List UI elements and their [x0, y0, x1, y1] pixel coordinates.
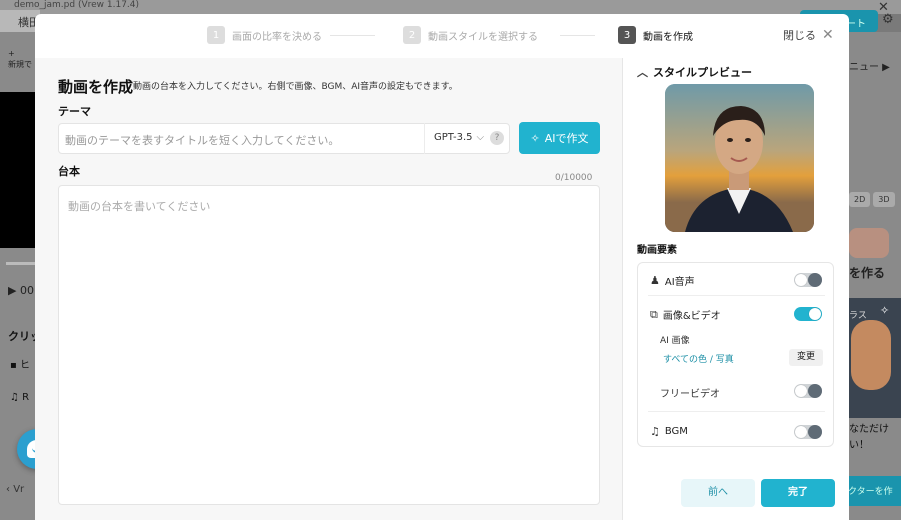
help-icon[interactable]: ? [490, 131, 504, 145]
step-divider [330, 35, 375, 36]
image-video-row: ⧉ 画像&ビデオ [650, 307, 721, 323]
timeline-bar[interactable] [6, 262, 36, 265]
voice-icon: ♟ [650, 274, 660, 287]
video-preview [0, 92, 36, 248]
bg-nav[interactable]: ‹ Vr [6, 484, 24, 495]
char-counter: 0/10000 [555, 173, 593, 183]
change-button[interactable]: 変更 [789, 349, 823, 366]
style-preview-header[interactable]: ︿ スタイルプレビュー [637, 64, 752, 80]
stepper: 1 画面の比率を決める 2 動画スタイルを選択する 3 動画を作成 閉じる ✕ [35, 14, 849, 58]
script-textarea[interactable]: 動画の台本を書いてください [58, 185, 600, 505]
create-video-modal: 1 画面の比率を決める 2 動画スタイルを選択する 3 動画を作成 閉じる ✕ 動画を作… [35, 14, 849, 520]
bg-plus-label: ラス [849, 311, 867, 321]
ai-voice-row: ♟ AI音声 [650, 274, 695, 288]
image-icon: ⧉ [650, 307, 658, 321]
music-icon: ♫ [650, 425, 660, 438]
elements-header: 動画要素 [637, 245, 677, 256]
bg-menu[interactable]: ニュー ▶ [849, 58, 890, 73]
step-3: 3 動画を作成 [618, 26, 693, 44]
bg-thumbnail [849, 228, 889, 258]
ai-write-button[interactable]: ✧ AIで作文 [519, 122, 600, 154]
theme-label: テーマ [58, 105, 91, 118]
bg-dimension-badges: 2D 3D [849, 192, 901, 207]
free-video-label: フリービデオ [660, 389, 720, 400]
bgm-toggle[interactable] [794, 425, 822, 439]
step-1: 1 画面の比率を決める [207, 26, 322, 44]
bg-tab[interactable]: 横田 [0, 10, 40, 32]
ai-image-label: AI 画像 [660, 336, 690, 346]
step-2: 2 動画スタイルを選択する [403, 26, 538, 44]
new-project-button[interactable]: + 新規で [8, 48, 32, 70]
magic-wand-icon: ✧ [530, 131, 540, 145]
play-icon[interactable]: ▶ 00 [8, 284, 34, 297]
bg-notice: なただけ い！ [849, 424, 889, 451]
script-label: 台本 [58, 165, 80, 178]
bg-list-item[interactable]: ♫ R [10, 392, 29, 403]
done-button[interactable]: 完了 [761, 479, 835, 507]
bg-heading: を作る [849, 266, 886, 280]
ai-image-style[interactable]: すべての色 / 写真 [663, 352, 734, 365]
bgm-row: ♫ BGM [650, 425, 688, 438]
chevron-down-icon: ⌵ [476, 132, 485, 143]
panel-divider [622, 58, 623, 520]
wand-icon[interactable]: ✧ [880, 304, 889, 317]
close-icon[interactable]: ✕ [822, 27, 834, 43]
bg-create-button[interactable]: クターを作 [840, 476, 901, 506]
gear-icon[interactable]: ⚙ [882, 12, 894, 27]
window-title: demo_jam.pd (Vrew 1.17.4) [0, 0, 901, 14]
chevron-up-icon: ︿ [637, 66, 648, 79]
close-button[interactable]: 閉じる ✕ [783, 27, 834, 43]
page-title: 動画を作成 [58, 78, 134, 96]
divider [648, 295, 825, 296]
image-video-toggle[interactable] [794, 307, 822, 321]
page-subtitle: 動画の台本を入力してください。右側で画像、BGM、AI音声の設定もできます。 [133, 82, 458, 92]
ai-voice-toggle[interactable] [794, 273, 822, 287]
style-preview-image [665, 84, 814, 232]
prev-button[interactable]: 前へ [681, 479, 755, 507]
step-divider [560, 35, 595, 36]
free-video-toggle[interactable] [794, 384, 822, 398]
divider [648, 411, 825, 412]
elements-panel: ♟ AI音声 ⧉ 画像&ビデオ AI 画像 すべての色 / 写真 変更 フリービデオ… [637, 262, 834, 447]
bg-list-item[interactable]: ▪ ヒ [10, 356, 30, 371]
